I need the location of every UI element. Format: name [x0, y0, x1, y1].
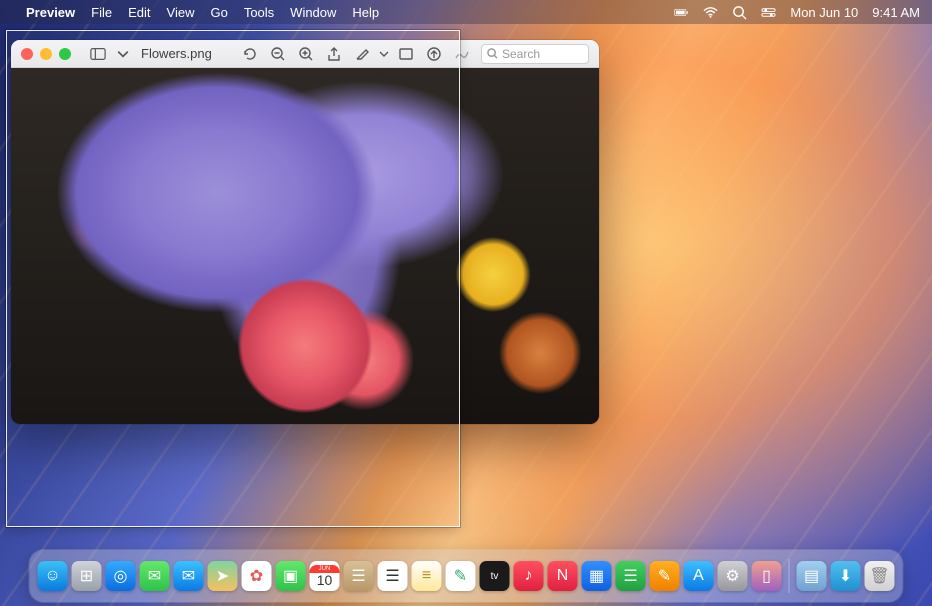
wifi-icon[interactable] [703, 5, 718, 20]
menubar-window[interactable]: Window [290, 5, 336, 20]
dock-downloads[interactable]: ⬇ [831, 561, 861, 591]
view-menu-button[interactable] [117, 43, 129, 65]
minimize-button[interactable] [40, 48, 52, 60]
sign-button[interactable] [451, 43, 473, 65]
rectangle-tool-button[interactable] [395, 43, 417, 65]
zoom-out-button[interactable] [267, 43, 289, 65]
menubar-app[interactable]: Preview [26, 5, 75, 20]
dock-freeform[interactable]: ✎ [446, 561, 476, 591]
maximize-button[interactable] [59, 48, 71, 60]
dock-mail[interactable]: ✉ [174, 561, 204, 591]
close-button[interactable] [21, 48, 33, 60]
dock-contacts[interactable]: ☰ [344, 561, 374, 591]
highlight-menu-button[interactable] [379, 43, 389, 65]
rotate-button[interactable] [239, 43, 261, 65]
dock-news[interactable]: N [548, 561, 578, 591]
dock: ☺⊞◎✉✉➤✿▣JUN10☰☰≡✎tv♪N▦☰✎A⚙▯▤⬇🗑 [30, 550, 903, 602]
dock-messages[interactable]: ✉ [140, 561, 170, 591]
highlight-button[interactable] [351, 43, 373, 65]
dock-keynote[interactable]: ▦ [582, 561, 612, 591]
dock-iphone-mirror[interactable]: ▯ [752, 561, 782, 591]
menubar-file[interactable]: File [91, 5, 112, 20]
dock-reminders[interactable]: ☰ [378, 561, 408, 591]
dock-notes[interactable]: ≡ [412, 561, 442, 591]
search-field[interactable]: Search [481, 44, 589, 64]
window-controls [21, 48, 71, 60]
flowers-photo [11, 68, 599, 424]
dock-appstore[interactable]: A [684, 561, 714, 591]
search-icon [487, 48, 498, 59]
dock-facetime[interactable]: ▣ [276, 561, 306, 591]
menubar-help[interactable]: Help [352, 5, 379, 20]
dock-music[interactable]: ♪ [514, 561, 544, 591]
menubar-view[interactable]: View [167, 5, 195, 20]
dock-tv[interactable]: tv [480, 561, 510, 591]
dock-numbers[interactable]: ☰ [616, 561, 646, 591]
control-center-icon[interactable] [761, 5, 776, 20]
menubar: Preview File Edit View Go Tools Window H… [0, 0, 932, 24]
dock-safari[interactable]: ◎ [106, 561, 136, 591]
dock-separator [789, 559, 790, 593]
image-content[interactable] [11, 68, 599, 424]
dock-preview-doc[interactable]: ▤ [797, 561, 827, 591]
dock-trash[interactable]: 🗑 [865, 561, 895, 591]
dock-maps[interactable]: ➤ [208, 561, 238, 591]
share-button[interactable] [323, 43, 345, 65]
markup-button[interactable] [423, 43, 445, 65]
dock-photos[interactable]: ✿ [242, 561, 272, 591]
preview-window: Flowers.png [11, 40, 599, 424]
search-placeholder: Search [502, 47, 540, 61]
spotlight-icon[interactable] [732, 5, 747, 20]
menubar-date[interactable]: Mon Jun 10 [790, 5, 858, 20]
dock-launchpad[interactable]: ⊞ [72, 561, 102, 591]
zoom-in-button[interactable] [295, 43, 317, 65]
dock-finder[interactable]: ☺ [38, 561, 68, 591]
menubar-edit[interactable]: Edit [128, 5, 150, 20]
document-title: Flowers.png [141, 46, 212, 61]
menubar-go[interactable]: Go [210, 5, 227, 20]
battery-icon[interactable] [674, 5, 689, 20]
titlebar[interactable]: Flowers.png [11, 40, 599, 68]
sidebar-toggle-button[interactable] [87, 43, 109, 65]
dock-calendar[interactable]: JUN10 [310, 561, 340, 591]
menubar-time[interactable]: 9:41 AM [872, 5, 920, 20]
dock-settings[interactable]: ⚙ [718, 561, 748, 591]
dock-pages[interactable]: ✎ [650, 561, 680, 591]
menubar-tools[interactable]: Tools [244, 5, 274, 20]
